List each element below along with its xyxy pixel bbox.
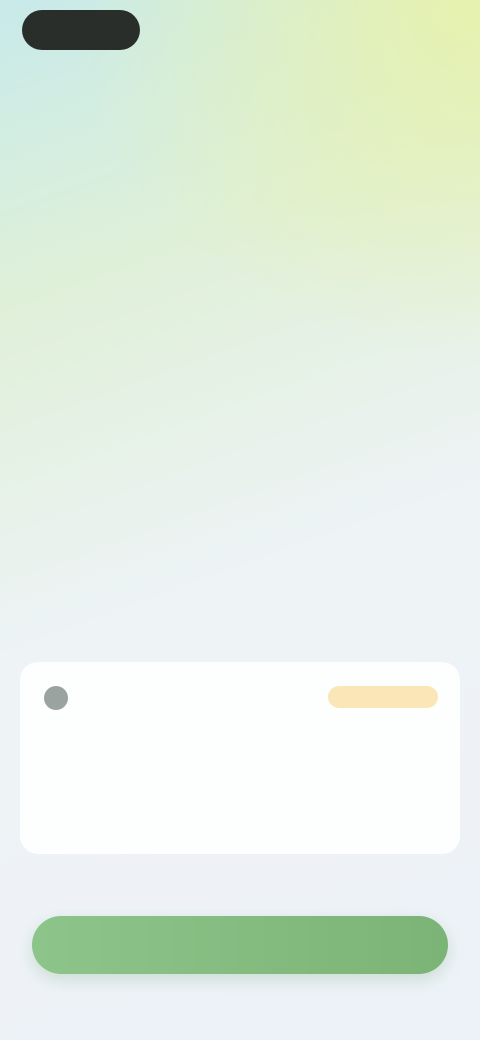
card-header [44,686,78,710]
avatar [44,686,68,710]
status-badge [328,686,438,708]
continue-button[interactable] [32,916,448,974]
brand-pill[interactable] [22,10,140,50]
testimonial-card[interactable] [20,662,460,854]
